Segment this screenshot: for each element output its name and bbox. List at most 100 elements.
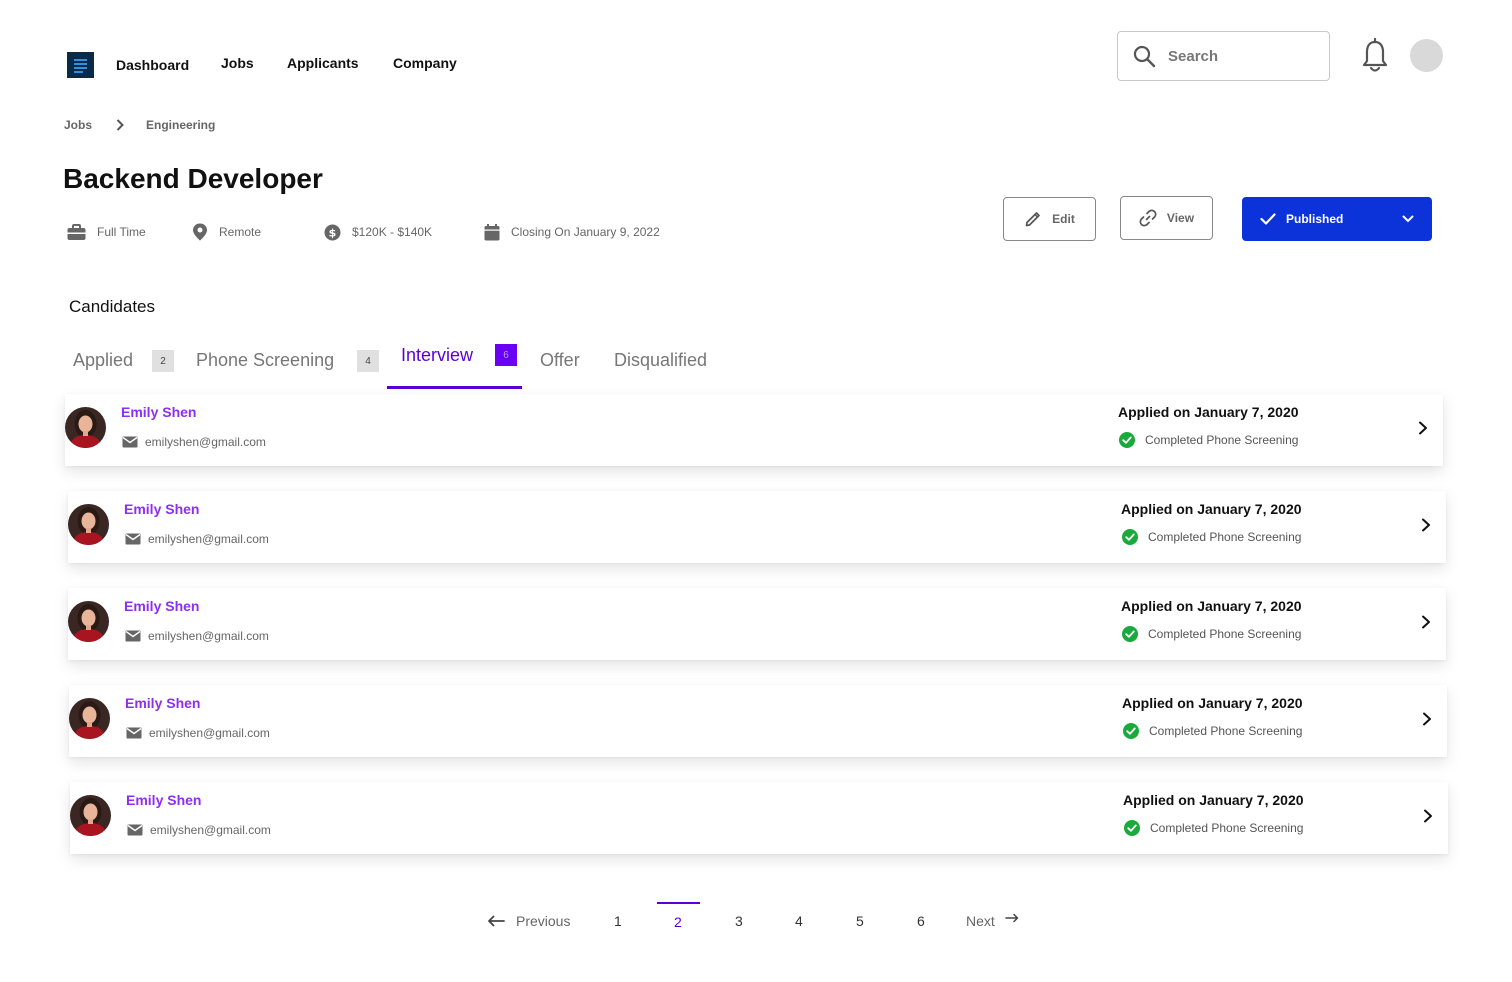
view-button[interactable]: View (1120, 196, 1213, 240)
nav-applicants[interactable]: Applicants (287, 55, 359, 71)
search-box[interactable] (1117, 31, 1330, 81)
tab-phone-screening-count: 4 (357, 350, 379, 372)
job-salary-label: $120K - $140K (352, 225, 433, 239)
chevron-right-icon (116, 119, 124, 131)
candidate-status: Completed Phone Screening (1119, 432, 1298, 448)
candidate-email-text: emilyshen@gmail.com (148, 532, 269, 546)
dollar-icon: $ (324, 224, 341, 240)
candidate-status-text: Completed Phone Screening (1145, 433, 1299, 447)
logo[interactable] (67, 52, 94, 78)
next-label: Next (966, 913, 995, 929)
candidate-row[interactable]: Emily Shen emilyshen@gmail.com Applied o… (70, 782, 1448, 854)
search-input[interactable] (1168, 47, 1308, 65)
candidate-name[interactable]: Emily Shen (125, 695, 200, 711)
mail-icon (126, 727, 142, 739)
published-dropdown[interactable]: Published (1242, 197, 1432, 241)
candidate-email: emilyshen@gmail.com (122, 435, 266, 449)
candidate-email-text: emilyshen@gmail.com (148, 629, 269, 643)
candidate-row[interactable]: Emily Shen emilyshen@gmail.com Applied o… (69, 685, 1447, 757)
tab-interview[interactable]: Interview (401, 345, 473, 366)
breadcrumb-engineering[interactable]: Engineering (146, 118, 215, 132)
job-location: Remote (192, 222, 261, 242)
candidate-name[interactable]: Emily Shen (124, 598, 199, 614)
tab-phone-screening[interactable]: Phone Screening (196, 350, 334, 371)
edit-button-label: Edit (1052, 212, 1075, 226)
job-type: Full Time (67, 222, 146, 242)
chevron-right-icon[interactable] (1420, 518, 1432, 532)
next-button[interactable]: Next (966, 913, 1019, 929)
user-avatar[interactable] (1410, 39, 1443, 72)
candidate-name[interactable]: Emily Shen (124, 501, 199, 517)
applied-date: Applied on January 7, 2020 (1118, 404, 1299, 420)
page-2[interactable]: 2 (674, 914, 682, 930)
candidate-status-text: Completed Phone Screening (1149, 724, 1303, 738)
chevron-right-icon[interactable] (1417, 421, 1429, 435)
check-circle-icon (1119, 432, 1135, 448)
candidate-avatar (70, 795, 111, 836)
page-4[interactable]: 4 (795, 913, 803, 929)
view-button-label: View (1166, 211, 1195, 225)
candidate-avatar (68, 504, 109, 545)
mail-icon (125, 630, 141, 642)
tab-applied-count: 2 (152, 350, 174, 372)
candidate-name[interactable]: Emily Shen (121, 404, 196, 420)
candidate-status: Completed Phone Screening (1122, 529, 1301, 545)
job-closing-label: Closing On January 9, 2022 (511, 225, 660, 239)
candidate-status: Completed Phone Screening (1123, 723, 1302, 739)
candidate-status: Completed Phone Screening (1122, 626, 1301, 642)
check-circle-icon (1122, 626, 1138, 642)
job-closing: Closing On January 9, 2022 (484, 222, 660, 242)
candidate-status-text: Completed Phone Screening (1148, 627, 1302, 641)
chevron-down-icon (1402, 215, 1414, 223)
candidate-email-text: emilyshen@gmail.com (150, 823, 271, 837)
nav-dashboard[interactable]: Dashboard (116, 57, 189, 73)
candidate-email-text: emilyshen@gmail.com (149, 726, 270, 740)
candidate-row[interactable]: Emily Shen emilyshen@gmail.com Applied o… (65, 394, 1443, 466)
chevron-right-icon[interactable] (1420, 615, 1432, 629)
candidate-row[interactable]: Emily Shen emilyshen@gmail.com Applied o… (68, 588, 1446, 660)
current-page-indicator (657, 902, 700, 904)
check-circle-icon (1124, 820, 1140, 836)
job-type-label: Full Time (97, 225, 146, 239)
search-icon (1133, 45, 1156, 68)
mail-icon (127, 824, 143, 836)
pencil-icon (1025, 212, 1041, 227)
candidate-email: emilyshen@gmail.com (126, 726, 270, 740)
page-title: Backend Developer (63, 163, 323, 194)
candidate-avatar (69, 698, 110, 739)
candidate-status-text: Completed Phone Screening (1150, 821, 1304, 835)
job-location-label: Remote (219, 225, 262, 239)
chevron-right-icon[interactable] (1421, 712, 1433, 726)
page-1[interactable]: 1 (614, 913, 622, 929)
candidate-avatar (68, 601, 109, 642)
previous-button[interactable]: Previous (487, 913, 570, 929)
tab-offer[interactable]: Offer (540, 350, 580, 371)
candidate-row[interactable]: Emily Shen emilyshen@gmail.com Applied o… (68, 491, 1446, 563)
nav-company[interactable]: Company (393, 55, 457, 71)
page-6[interactable]: 6 (917, 913, 925, 929)
breadcrumb-jobs[interactable]: Jobs (64, 118, 92, 132)
candidate-status-text: Completed Phone Screening (1148, 530, 1302, 544)
applied-date: Applied on January 7, 2020 (1122, 695, 1303, 711)
published-label: Published (1286, 212, 1344, 226)
svg-text:$: $ (329, 226, 337, 239)
check-circle-icon (1123, 723, 1139, 739)
applied-date: Applied on January 7, 2020 (1121, 598, 1302, 614)
page-5[interactable]: 5 (856, 913, 864, 929)
tab-disqualified[interactable]: Disqualified (614, 350, 707, 371)
edit-button[interactable]: Edit (1003, 197, 1096, 241)
bell-icon[interactable] (1360, 38, 1390, 74)
check-circle-icon (1122, 529, 1138, 545)
nav-jobs[interactable]: Jobs (221, 55, 254, 71)
candidate-name[interactable]: Emily Shen (126, 792, 201, 808)
tab-applied[interactable]: Applied (73, 350, 133, 371)
mail-icon (122, 436, 138, 448)
location-pin-icon (193, 223, 207, 241)
arrow-left-icon (488, 915, 505, 927)
page-3[interactable]: 3 (735, 913, 743, 929)
previous-label: Previous (516, 913, 571, 929)
arrow-right-icon (1005, 913, 1019, 923)
calendar-icon (484, 223, 500, 240)
chevron-right-icon[interactable] (1422, 809, 1434, 823)
link-icon (1139, 209, 1157, 227)
